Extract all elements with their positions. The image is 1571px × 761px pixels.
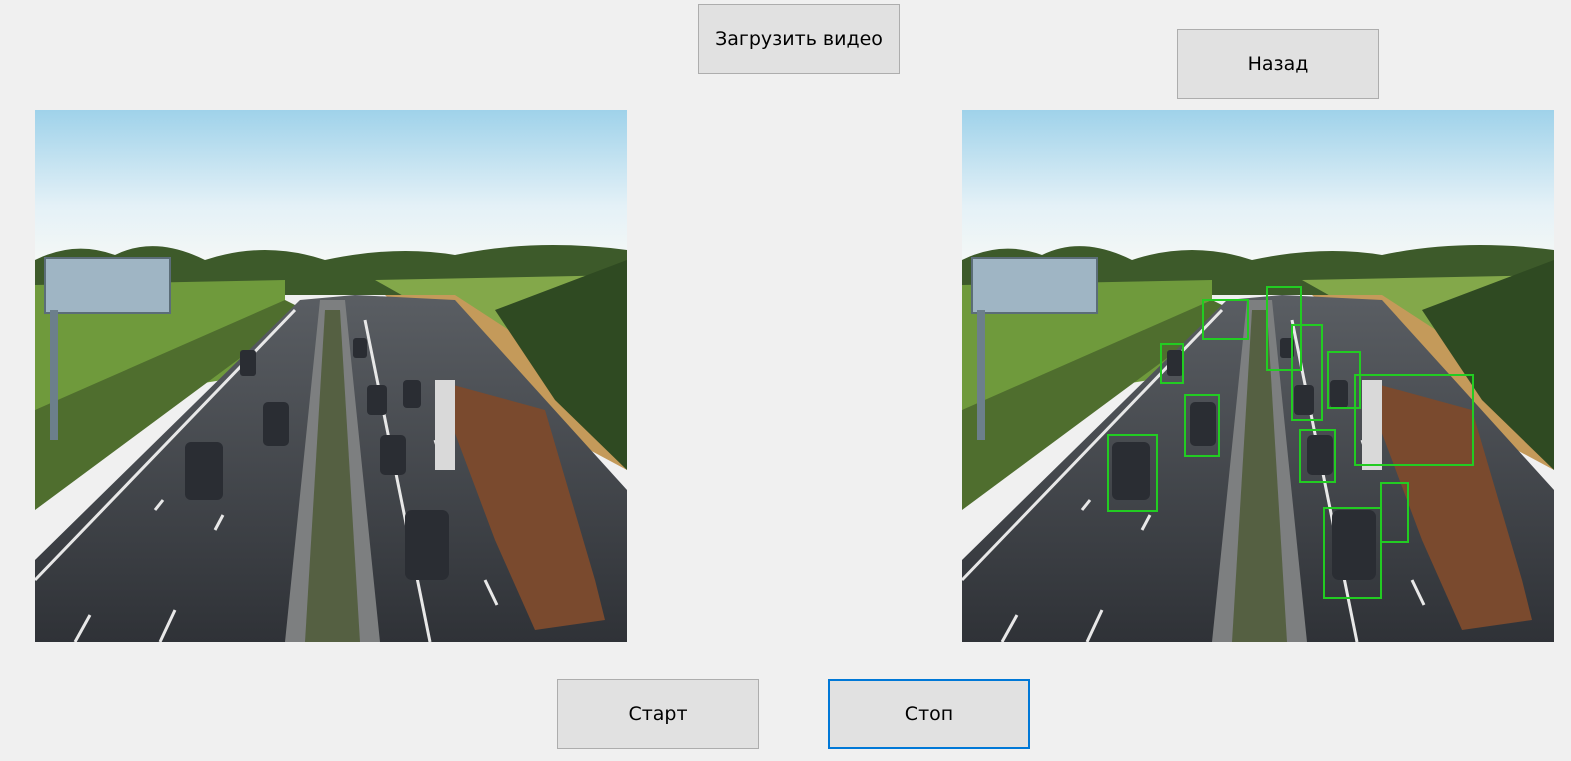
start-button[interactable]: Старт [557,679,759,749]
stop-button[interactable]: Стоп [828,679,1030,749]
load-video-button[interactable]: Загрузить видео [698,4,900,74]
detection-video-frame [962,110,1554,642]
source-video-picture [35,110,627,642]
back-button[interactable]: Назад [1177,29,1379,99]
detection-video-picture [962,110,1554,642]
source-video-frame [35,110,627,642]
